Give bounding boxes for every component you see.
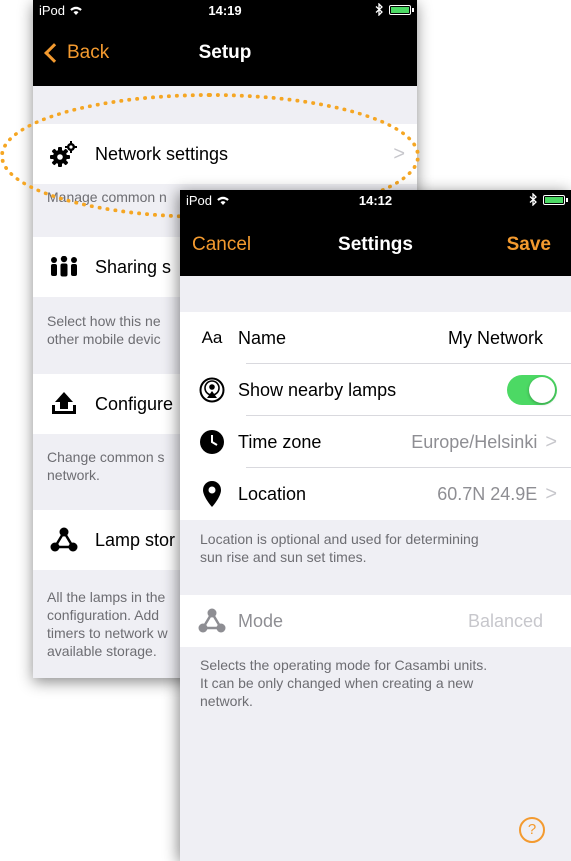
upload-icon xyxy=(47,391,81,417)
location-description-line-1: Location is optional and used for determ… xyxy=(200,531,479,547)
settings-navbar: Cancel Settings Save xyxy=(180,212,571,276)
bluetooth-icon xyxy=(375,3,383,16)
people-icon xyxy=(47,256,81,278)
chevron-right-icon: > xyxy=(545,482,557,505)
help-icon[interactable]: ? xyxy=(519,817,545,843)
time-zone-value: Europe/Helsinki xyxy=(411,431,538,452)
show-nearby-lamps-toggle[interactable] xyxy=(507,375,557,405)
time-zone-row[interactable]: Time zone Europe/Helsinki > xyxy=(180,416,571,468)
time-zone-label: Time zone xyxy=(238,431,322,452)
setup-navbar: Back Setup xyxy=(33,22,417,86)
status-time: 14:19 xyxy=(208,3,242,18)
status-time: 14:12 xyxy=(358,193,393,208)
nearby-lamps-icon xyxy=(192,377,232,403)
status-bar: iPod 14:19 xyxy=(33,0,417,22)
font-icon: Aa xyxy=(201,328,223,347)
mode-label: Mode xyxy=(238,610,284,631)
chevron-right-icon: > xyxy=(545,430,557,453)
mode-description-line-2: It can be only changed when creating a n… xyxy=(200,675,474,691)
mode-description-line-1: Selects the operating mode for Casambi u… xyxy=(200,657,488,673)
page-title: Setup xyxy=(198,42,252,63)
location-row[interactable]: Location 60.7N 24.9E > xyxy=(180,468,571,520)
save-button[interactable]: Save xyxy=(507,234,551,256)
show-nearby-lamps-row: Show nearby lamps xyxy=(180,364,571,416)
battery-icon xyxy=(543,194,568,205)
name-row[interactable]: Aa Name My Network xyxy=(180,312,571,364)
show-nearby-lamps-label: Show nearby lamps xyxy=(238,379,397,400)
clock-icon xyxy=(192,429,232,455)
bluetooth-icon xyxy=(529,193,537,206)
mode-description-line-3: network. xyxy=(200,693,253,709)
location-pin-icon xyxy=(192,480,232,508)
mode-row: Mode Balanced xyxy=(180,595,571,647)
settings-screen: iPod 14:12 Cancel Settings Save Aa Name … xyxy=(180,190,571,861)
mode-value: Balanced xyxy=(467,610,543,631)
location-description-line-2: sun rise and sun set times. xyxy=(200,549,367,565)
lamp-network-icon xyxy=(47,527,81,553)
battery-icon xyxy=(389,4,414,15)
name-label: Name xyxy=(238,327,287,348)
location-value: 60.7N 24.9E xyxy=(437,483,538,504)
status-bar: iPod 14:12 xyxy=(180,190,571,212)
location-label: Location xyxy=(238,483,307,504)
name-value[interactable]: My Network xyxy=(448,328,543,349)
toggle-knob xyxy=(529,377,555,403)
mode-icon xyxy=(192,608,232,634)
